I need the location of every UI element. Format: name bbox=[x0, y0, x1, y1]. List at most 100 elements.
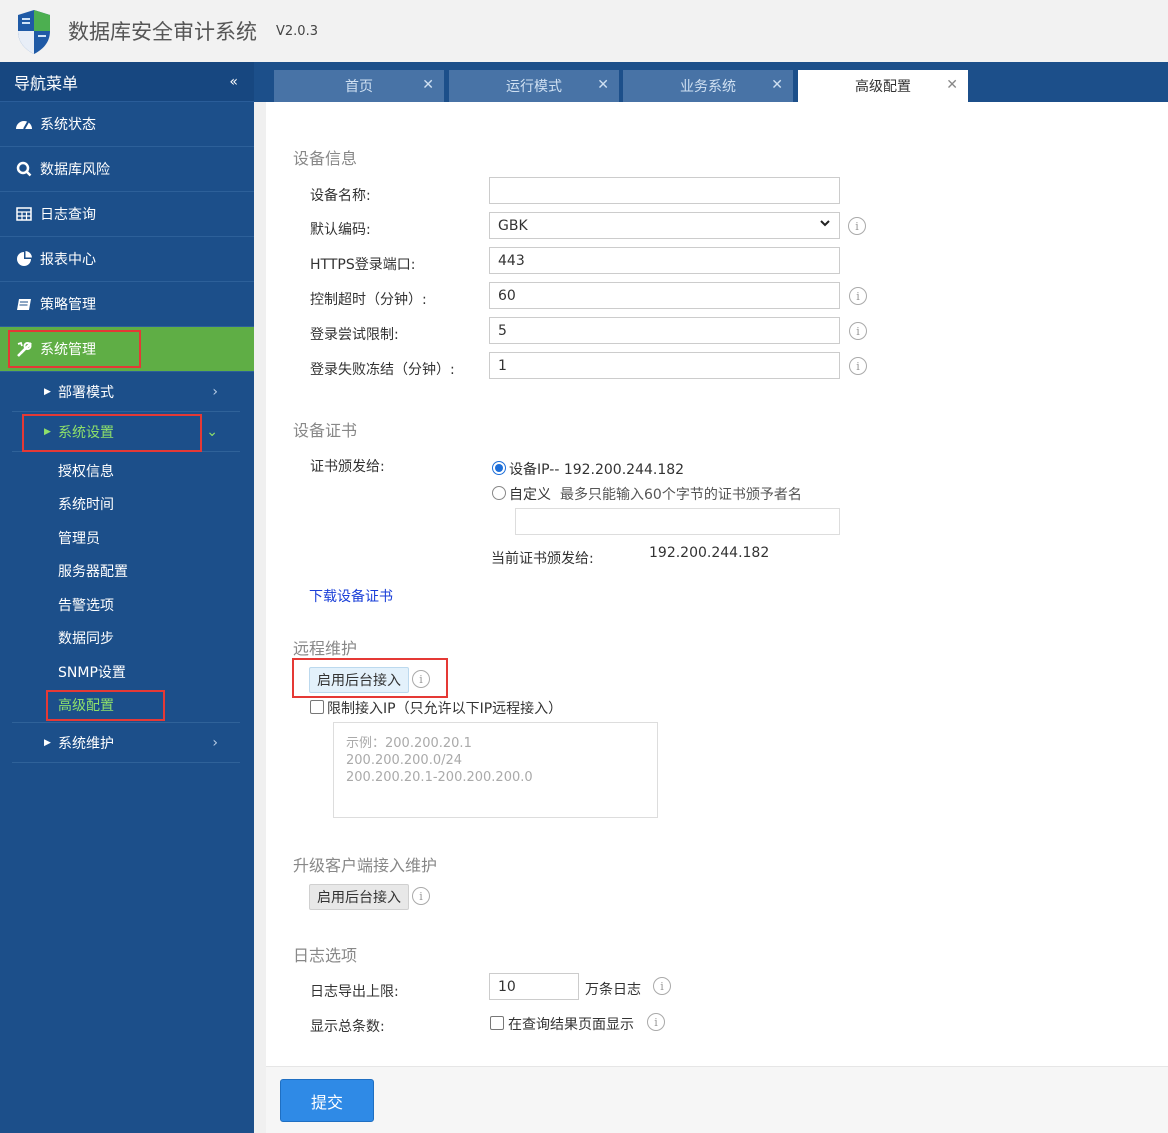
submenu-settings-leaves: 授权信息 系统时间 管理员 服务器配置 告警选项 数据同步 SNMP设置 高级配… bbox=[0, 452, 254, 722]
remote-enable-button[interactable]: 启用后台接入 bbox=[309, 667, 409, 693]
submenu-label: 系统维护 bbox=[58, 735, 114, 752]
info-icon[interactable]: i bbox=[849, 357, 867, 375]
chevron-down-icon bbox=[819, 217, 831, 232]
sidebar-item-system-status[interactable]: 系统状态 bbox=[0, 102, 254, 147]
section-title-remote: 远程维护 bbox=[293, 639, 358, 658]
shield-logo-icon bbox=[18, 10, 50, 54]
download-cert-link[interactable]: 下载设备证书 bbox=[309, 586, 393, 606]
login-freeze-input[interactable]: 1 bbox=[489, 352, 840, 379]
submenu-system-settings[interactable]: ▶ 系统设置 ⌄ bbox=[12, 412, 240, 452]
collapse-icon[interactable]: « bbox=[229, 74, 238, 90]
leaf-alarm-options[interactable]: 告警选项 bbox=[0, 588, 254, 622]
upgrade-enable-button[interactable]: 启用后台接入 bbox=[309, 884, 409, 910]
control-timeout-label: 控制超时（分钟）: bbox=[310, 292, 427, 308]
cert-custom-label: 自定义 bbox=[509, 487, 551, 503]
leaf-system-time[interactable]: 系统时间 bbox=[0, 488, 254, 522]
log-export-unit: 万条日志 bbox=[585, 982, 641, 998]
cert-custom-radio[interactable] bbox=[492, 486, 506, 500]
log-export-label: 日志导出上限: bbox=[310, 984, 399, 1000]
sidebar-item-label: 日志查询 bbox=[40, 207, 96, 223]
submenu-system-management: ▶ 部署模式 › ▶ 系统设置 ⌄ bbox=[0, 372, 254, 452]
leaf-advanced-config[interactable]: 高级配置 bbox=[0, 689, 254, 723]
leaf-license-info[interactable]: 授权信息 bbox=[0, 454, 254, 488]
tab-run-mode[interactable]: 运行模式 ✕ bbox=[449, 70, 619, 102]
tab-home[interactable]: 首页 ✕ bbox=[274, 70, 444, 102]
caret-right-icon: ▶ bbox=[44, 426, 51, 437]
close-icon[interactable]: ✕ bbox=[946, 77, 958, 93]
cert-issued-label: 证书颁发给: bbox=[310, 459, 385, 475]
cert-custom-hint: 最多只能输入60个字节的证书颁予者名 bbox=[560, 487, 802, 503]
submenu-label: 部署模式 bbox=[58, 384, 114, 401]
sidebar-item-label: 系统状态 bbox=[40, 117, 96, 133]
tab-bar: 首页 ✕ 运行模式 ✕ 业务系统 ✕ 高级配置 ✕ bbox=[254, 62, 1168, 102]
submit-button[interactable]: 提交 bbox=[280, 1079, 374, 1122]
info-icon[interactable]: i bbox=[849, 322, 867, 340]
table-icon bbox=[14, 204, 34, 224]
cert-device-ip-label: 设备IP-- 192.200.244.182 bbox=[509, 462, 685, 478]
cert-custom-input[interactable] bbox=[515, 508, 840, 535]
encoding-label: 默认编码: bbox=[310, 222, 371, 238]
close-icon[interactable]: ✕ bbox=[597, 77, 609, 93]
show-total-option-label: 在查询结果页面显示 bbox=[508, 1017, 634, 1033]
form-footer: 提交 bbox=[266, 1067, 1168, 1133]
tab-label: 业务系统 bbox=[680, 79, 736, 95]
info-icon[interactable]: i bbox=[848, 217, 866, 235]
leaf-data-sync[interactable]: 数据同步 bbox=[0, 622, 254, 656]
tab-label: 运行模式 bbox=[506, 79, 562, 95]
device-name-input[interactable] bbox=[489, 177, 840, 204]
app-header: 数据库安全审计系统 V2.0.3 bbox=[0, 0, 1168, 62]
nav-header: 导航菜单 « bbox=[0, 62, 254, 102]
pie-chart-icon bbox=[14, 249, 34, 269]
nav-header-title: 导航菜单 bbox=[14, 73, 79, 93]
limit-ip-label: 限制接入IP（只允许以下IP远程接入） bbox=[327, 701, 563, 717]
submenu-deploy-mode[interactable]: ▶ 部署模式 › bbox=[12, 372, 240, 412]
limit-ip-checkbox[interactable] bbox=[310, 700, 324, 714]
allowed-ip-textarea[interactable]: 示例：200.200.20.1 200.200.200.0/24 200.200… bbox=[333, 722, 658, 818]
sidebar-item-system-management[interactable]: 系统管理 bbox=[0, 327, 254, 372]
sidebar-item-report-center[interactable]: 报表中心 bbox=[0, 237, 254, 282]
info-icon[interactable]: i bbox=[653, 977, 671, 995]
show-total-checkbox[interactable] bbox=[490, 1016, 504, 1030]
sidebar-item-policy[interactable]: 策略管理 bbox=[0, 282, 254, 327]
advanced-config-panel: 设备信息 设备名称: 默认编码: GBK i HTTPS登录端口: 443 控制… bbox=[266, 102, 1168, 1133]
sidebar-item-label: 策略管理 bbox=[40, 297, 96, 313]
info-icon[interactable]: i bbox=[412, 670, 430, 688]
device-name-label: 设备名称: bbox=[310, 188, 371, 204]
close-icon[interactable]: ✕ bbox=[771, 77, 783, 93]
tab-advanced-config[interactable]: 高级配置 ✕ bbox=[798, 70, 968, 102]
section-title-device-info: 设备信息 bbox=[293, 149, 358, 168]
cert-current-value: 192.200.244.182 bbox=[649, 545, 770, 561]
log-export-input[interactable]: 10 bbox=[489, 973, 579, 1000]
highlight-box bbox=[8, 330, 141, 368]
tab-business-system[interactable]: 业务系统 ✕ bbox=[623, 70, 793, 102]
sidebar-item-db-risk[interactable]: 数据库风险 bbox=[0, 147, 254, 192]
info-icon[interactable]: i bbox=[647, 1013, 665, 1031]
leaf-snmp-settings[interactable]: SNMP设置 bbox=[0, 655, 254, 689]
close-icon[interactable]: ✕ bbox=[422, 77, 434, 93]
info-icon[interactable]: i bbox=[412, 887, 430, 905]
sidebar-item-log-query[interactable]: 日志查询 bbox=[0, 192, 254, 237]
search-icon bbox=[14, 159, 34, 179]
app-version: V2.0.3 bbox=[276, 24, 318, 39]
tab-label: 首页 bbox=[345, 79, 373, 95]
cert-device-ip-radio[interactable] bbox=[492, 461, 506, 475]
book-icon bbox=[14, 294, 34, 314]
chevron-right-icon: › bbox=[212, 734, 218, 751]
highlight-box bbox=[46, 689, 165, 721]
encoding-select[interactable]: GBK bbox=[489, 212, 840, 239]
caret-right-icon: ▶ bbox=[44, 737, 51, 748]
section-title-device-cert: 设备证书 bbox=[293, 421, 358, 440]
login-freeze-label: 登录失败冻结（分钟）: bbox=[310, 362, 455, 378]
info-icon[interactable]: i bbox=[849, 287, 867, 305]
gauge-icon bbox=[14, 114, 34, 134]
chevron-down-icon: ⌄ bbox=[206, 423, 218, 440]
sidebar-nav: 导航菜单 « 系统状态 数据库风险 日志查询 报表中心 策略管理 系统管理 ▶ … bbox=[0, 62, 254, 1133]
leaf-server-config[interactable]: 服务器配置 bbox=[0, 555, 254, 589]
leaf-administrator[interactable]: 管理员 bbox=[0, 521, 254, 555]
https-port-input[interactable]: 443 bbox=[489, 247, 840, 274]
submenu-system-maintenance[interactable]: ▶ 系统维护 › bbox=[12, 723, 240, 763]
login-attempt-input[interactable]: 5 bbox=[489, 317, 840, 344]
control-timeout-input[interactable]: 60 bbox=[489, 282, 840, 309]
caret-right-icon: ▶ bbox=[44, 386, 51, 397]
sidebar-item-label: 报表中心 bbox=[40, 252, 96, 268]
